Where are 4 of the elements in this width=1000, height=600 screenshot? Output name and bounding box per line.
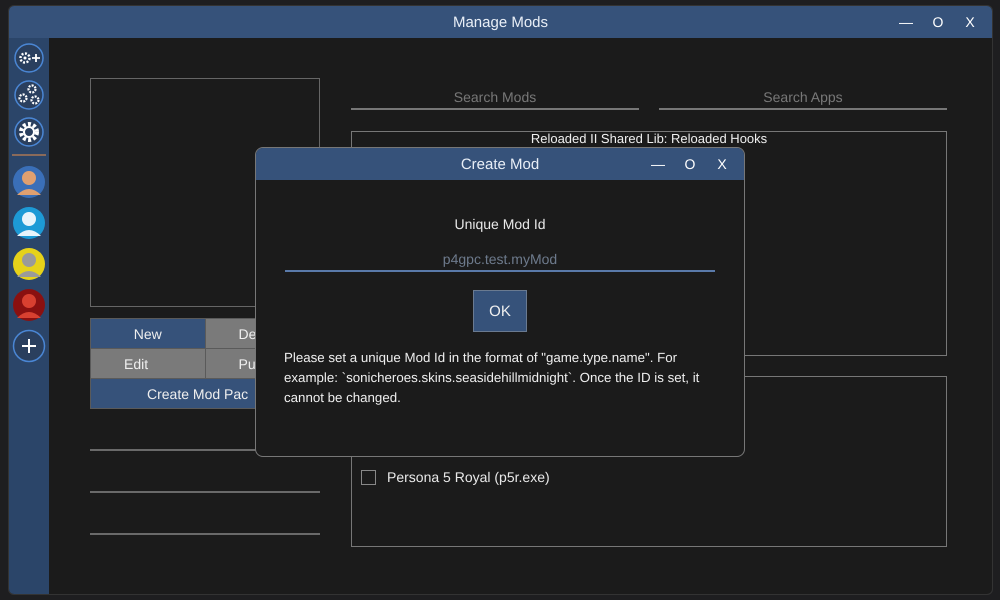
dialog-title: Create Mod: [460, 156, 540, 172]
app-label: Persona 5 Royal (p5r.exe): [387, 469, 550, 485]
field-label: Unique Mod Id: [454, 216, 546, 232]
window-title: Manage Mods: [452, 14, 548, 30]
